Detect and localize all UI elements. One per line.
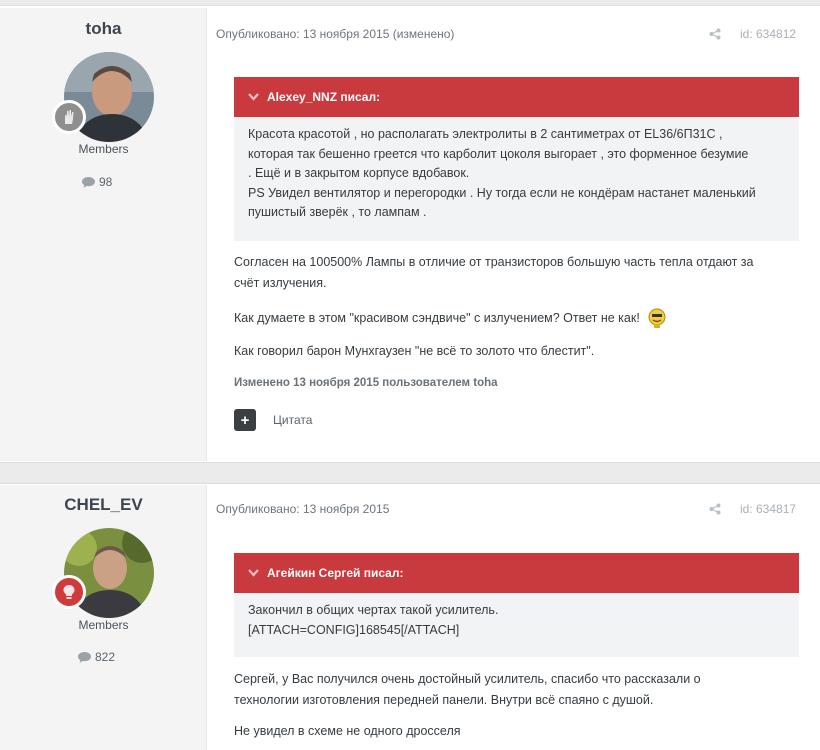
post-paragraph: Сергей, у Вас получился очень достойный … (234, 669, 800, 711)
post-count-value: 822 (95, 650, 116, 664)
comment-bubble-icon (78, 651, 91, 663)
comment-bubble-icon (82, 176, 95, 188)
post-1: toha Members 98 Опубликовано: 13 ноября … (0, 8, 820, 461)
quote-line: пушистый зверёк , то лампам . (248, 205, 427, 219)
author-panel: toha Members 98 (0, 8, 207, 461)
quote-author: Alexey_NNZ писал: (267, 90, 381, 104)
post-count[interactable]: 98 (82, 175, 112, 189)
author-panel: CHEL_EV Members 822 (0, 485, 207, 750)
chevron-down-icon (248, 569, 259, 577)
emoji-icon (648, 308, 666, 328)
hand-badge-icon (52, 100, 86, 134)
top-strip (0, 0, 820, 6)
author-name[interactable]: CHEL_EV (0, 495, 207, 515)
post-count[interactable]: 822 (78, 650, 115, 664)
quote-header[interactable]: Агейкин Сергей писал: (234, 553, 799, 593)
quote-button[interactable]: Цитата (273, 413, 312, 427)
paragraph-line: Согласен на 100500% Лампы в отличие от т… (234, 255, 754, 269)
quote-line: . Ещё и в закрытом корпусе вдобавок. (248, 166, 470, 180)
post-separator (0, 462, 820, 484)
multiquote-plus-button[interactable]: + (234, 409, 256, 431)
quote-line: PS Увидел вентилятор и перегородки . Ну … (248, 185, 756, 200)
chevron-down-icon (248, 93, 259, 101)
quote-header[interactable]: Alexey_NNZ писал: (234, 77, 799, 117)
quote-line: Закончил в общих чертах такой усилитель. (248, 603, 499, 617)
post-count-value: 98 (99, 175, 113, 189)
plus-icon: + (240, 411, 250, 429)
post-id[interactable]: id: 634817 (740, 502, 796, 516)
paragraph-line: счёт излучения. (234, 276, 327, 290)
quote-line: Красота красотой , но располагать электр… (248, 127, 723, 141)
post-paragraph: Не увидел в схеме не одного дросселя (234, 724, 461, 738)
quote-author: Агейкин Сергей писал: (267, 566, 404, 580)
post-date[interactable]: Опубликовано: 13 ноября 2015 (изменено) (216, 27, 454, 41)
post-paragraph: Как говорил барон Мунхгаузен "не всё то … (234, 344, 595, 358)
paragraph-line: Сергей, у Вас получился очень достойный … (234, 672, 701, 686)
quote-body: Закончил в общих чертах такой усилитель.… (234, 593, 799, 657)
paragraph-line: технологии изготовления передней панели.… (234, 693, 654, 707)
post-paragraph: Как думаете в этом "красивом сэндвиче" с… (234, 307, 800, 329)
share-icon[interactable] (709, 28, 721, 40)
share-icon[interactable] (709, 503, 721, 515)
author-name[interactable]: toha (0, 19, 207, 39)
lightbulb-badge-icon (52, 575, 86, 609)
quote-body: Красота красотой , но располагать электр… (234, 117, 799, 241)
paragraph-line: Как думаете в этом "красивом сэндвиче" с… (234, 310, 640, 325)
user-group: Members (78, 142, 129, 156)
post-date[interactable]: Опубликовано: 13 ноября 2015 (216, 502, 389, 516)
quote-line: [ATTACH=CONFIG]168545[/ATTACH] (248, 622, 460, 637)
post-id[interactable]: id: 634812 (740, 27, 796, 41)
edited-note: Изменено 13 ноября 2015 пользователем to… (234, 377, 498, 389)
post-2: CHEL_EV Members 822 Опубликовано: 13 ноя… (0, 485, 820, 750)
quote-line: которая так бешенно греется что карболит… (248, 146, 749, 161)
user-group: Members (78, 618, 129, 632)
post-paragraph: Согласен на 100500% Лампы в отличие от т… (234, 252, 800, 294)
